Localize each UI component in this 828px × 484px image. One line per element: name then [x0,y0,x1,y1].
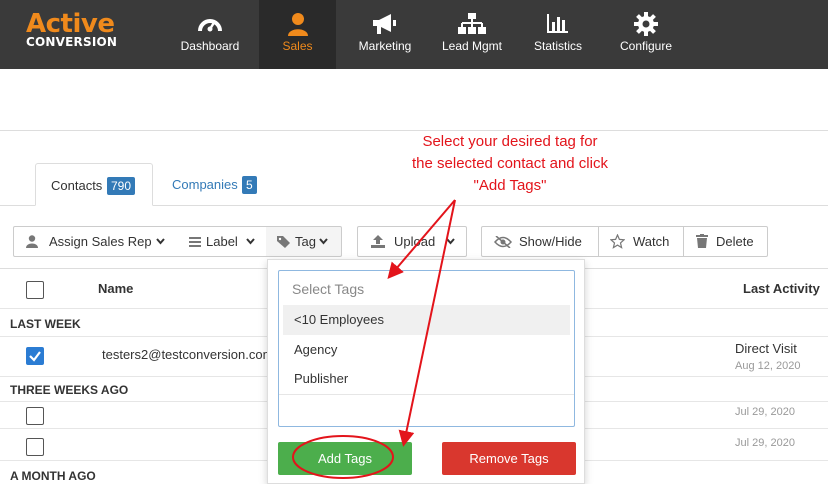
tag-option[interactable]: <10 Employees [283,305,570,335]
nav-label: Dashboard [180,39,240,53]
activity-date: Jul 29, 2020 [735,406,795,418]
row-checkbox[interactable] [26,407,44,425]
nav-lead-mgmt[interactable]: Lead Mgmt [434,0,510,69]
annotation-line: the selected contact and click [412,155,608,172]
group-header: A MONTH AGO [10,469,96,483]
upload-button[interactable]: Upload [357,226,467,257]
nav-label: Sales [282,39,313,53]
group-header: THREE WEEKS AGO [10,383,129,397]
count-badge: 790 [107,177,136,195]
activity-date: Aug 12, 2020 [735,360,801,372]
button-label: Label [206,234,238,249]
nav-statistics[interactable]: Statistics [524,0,592,69]
bar-chart-icon [547,14,568,33]
top-navbar: Active CONVERSION Dashboard Sales Market… [0,0,828,69]
select-all-checkbox[interactable] [26,281,44,299]
nav-label: Marketing [358,39,412,53]
column-header-last-activity[interactable]: Last Activity [743,281,820,296]
column-header-name[interactable]: Name [98,281,133,296]
instruction-annotation: Select your desired tag for the selected… [395,131,625,197]
gear-icon [634,12,658,36]
activity-date: Jul 29, 2020 [735,437,795,449]
nav-sales[interactable]: Sales [259,0,336,69]
remove-tags-button[interactable]: Remove Tags [442,442,576,475]
nav-label: Configure [619,39,673,53]
brand-line1: Active [26,9,115,39]
checkmark-icon [29,351,41,362]
last-activity: Direct Visit [735,341,797,356]
chevron-down-icon [246,238,255,245]
upload-icon [371,235,385,248]
nav-label: Statistics [533,39,582,53]
list-icon [189,237,201,247]
tag-button[interactable]: Tag [266,226,342,257]
row-checkbox[interactable] [26,438,44,456]
nav-configure[interactable]: Configure [610,0,682,69]
nav-label: Lead Mgmt [441,39,503,53]
sitemap-icon [458,13,486,34]
add-tags-button[interactable]: Add Tags [278,442,412,475]
group-header: LAST WEEK [10,317,81,331]
button-label: Show/Hide [519,234,582,249]
tag-select-listbox[interactable]: Select Tags <10 Employees Agency Publish… [278,270,575,427]
trash-icon [696,234,708,248]
chevron-down-icon [446,238,455,245]
button-label: Upload [394,234,436,249]
button-label: Assign Sales Rep [49,234,152,249]
button-label: Delete [716,234,754,249]
count-badge: 5 [242,176,257,194]
brand-line2: CONVERSION [26,35,118,49]
button-label: Tag [295,234,316,249]
tag-dropdown: Select Tags <10 Employees Agency Publish… [267,259,585,484]
user-icon [26,235,38,248]
delete-button[interactable]: Delete [683,226,768,257]
gauge-icon [198,19,222,32]
row-checkbox[interactable] [26,347,44,365]
show-hide-button[interactable]: Show/Hide [481,226,599,257]
listbox-divider [279,394,574,395]
tag-option[interactable]: Publisher [283,364,570,394]
tab-label: Companies [172,177,238,192]
brand-logo[interactable]: Active CONVERSION [26,9,118,49]
label-button[interactable]: Label [176,226,267,257]
annotation-line: "Add Tags" [473,177,547,194]
megaphone-icon [373,14,396,34]
select-tags-placeholder: Select Tags [292,281,365,297]
eye-slash-icon [494,236,512,248]
annotation-line: Select your desired tag for [422,133,598,150]
contact-name[interactable]: testers2@testconversion.com [102,347,273,362]
watch-button[interactable]: Watch [598,226,684,257]
assign-sales-rep-button[interactable]: Assign Sales Rep [13,226,177,257]
tab-contacts[interactable]: Contacts 790 [35,163,153,206]
nav-marketing[interactable]: Marketing [348,0,422,69]
star-icon [610,234,625,249]
tag-option[interactable]: Agency [283,335,570,365]
tab-label: Contacts [51,178,103,193]
tag-icon [277,236,290,248]
chevron-down-icon [156,238,165,245]
chevron-down-icon [319,238,328,245]
nav-dashboard[interactable]: Dashboard [172,0,248,69]
tab-companies[interactable]: Companies 5 [160,163,270,205]
button-label: Watch [633,234,670,249]
user-icon [287,13,308,36]
